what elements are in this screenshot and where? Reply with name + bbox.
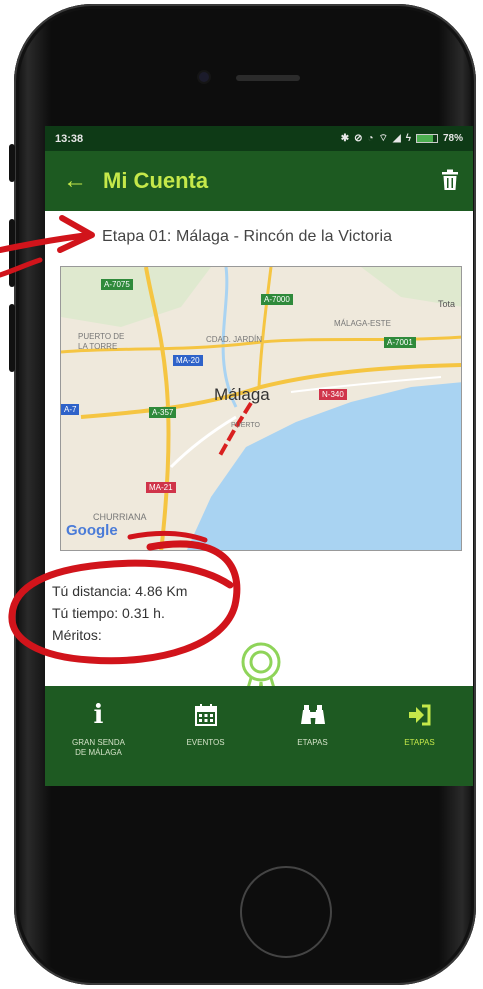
road-shield-a7075: A-7075 bbox=[101, 279, 133, 290]
map-label-puerto-torre: PUERTO DE LA TORRE bbox=[78, 332, 125, 351]
road-shield-a357: A-357 bbox=[149, 407, 177, 418]
dnd-icon: ◔ bbox=[367, 133, 374, 144]
sign-in-icon bbox=[408, 704, 430, 726]
signal-icon: ◢ bbox=[392, 133, 401, 144]
app-bar: ← Mi Cuenta bbox=[45, 151, 473, 211]
status-icons: ✱ ⊘ ◔ ⌔ ◢ ϟ 78% bbox=[341, 132, 463, 145]
bluetooth-icon: ✱ bbox=[340, 133, 350, 144]
bottom-navigation: i GRAN SENDA DE MÁLAGA EVENTOS ETAPAS ET… bbox=[45, 686, 473, 786]
map-label-malaga-este: MÁLAGA-ESTE bbox=[334, 319, 391, 328]
road-shield-a7: A-7 bbox=[61, 404, 80, 415]
status-bar: 13:38 ✱ ⊘ ◔ ⌔ ◢ ϟ 78% bbox=[45, 126, 473, 151]
map-label-malaga: Málaga bbox=[214, 385, 270, 404]
road-shield-n340: N-340 bbox=[319, 389, 347, 400]
nav-etapas[interactable]: ETAPAS bbox=[259, 686, 366, 786]
front-camera bbox=[199, 72, 209, 82]
mute-switch bbox=[9, 144, 15, 182]
wifi-icon: ⌔ bbox=[378, 133, 388, 144]
stage-title: Etapa 01: Málaga - Rincón de la Victoria bbox=[102, 228, 393, 245]
map-label-tota: Tota bbox=[438, 299, 456, 309]
map-label-ciudad-jardin: CDAD. JARDÍN bbox=[206, 335, 263, 344]
home-button[interactable] bbox=[240, 866, 332, 958]
merits-label: Méritos: bbox=[52, 627, 102, 643]
page-title: Mi Cuenta bbox=[103, 168, 209, 193]
google-logo: Google bbox=[66, 522, 118, 539]
nav-label-etapas: ETAPAS bbox=[297, 738, 328, 747]
road-shield-ma20: MA-20 bbox=[173, 355, 203, 366]
battery-icon bbox=[415, 134, 438, 143]
road-shield-a7000: A-7000 bbox=[261, 294, 293, 305]
nav-etapas-active[interactable]: ETAPAS bbox=[366, 686, 473, 786]
nav-label-etapas-active: ETAPAS bbox=[404, 738, 435, 747]
time-text: Tú tiempo: 0.31 h. bbox=[52, 605, 165, 621]
nav-label-gran-senda: GRAN SENDA DE MÁLAGA bbox=[72, 738, 125, 757]
map-canvas bbox=[61, 267, 461, 550]
trash-icon[interactable] bbox=[441, 169, 459, 191]
nav-eventos[interactable]: EVENTOS bbox=[152, 686, 259, 786]
binoculars-icon bbox=[300, 705, 325, 724]
stats-block: Tú distancia: 4.86 Km Tú tiempo: 0.31 h.… bbox=[52, 580, 187, 646]
map-label-churriana: CHURRIANA bbox=[93, 512, 147, 522]
nav-gran-senda[interactable]: i GRAN SENDA DE MÁLAGA bbox=[45, 686, 152, 786]
alarm-icon: ⊘ bbox=[354, 133, 363, 144]
status-time: 13:38 bbox=[55, 132, 84, 145]
distance-text: Tú distancia: 4.86 Km bbox=[52, 583, 188, 599]
map-label-puerto: PUERTO bbox=[231, 422, 260, 429]
info-icon: i bbox=[93, 700, 104, 730]
battery-percent: 78% bbox=[442, 133, 463, 144]
charging-icon: ϟ bbox=[405, 133, 411, 144]
volume-down-button bbox=[9, 304, 15, 372]
calendar-icon bbox=[194, 704, 217, 726]
earpiece-speaker bbox=[236, 75, 300, 81]
route-map[interactable]: A-7075 A-7000 A-7001 MA-20 A-7 A-357 N-3… bbox=[60, 266, 462, 551]
road-shield-a7001: A-7001 bbox=[384, 337, 416, 348]
nav-label-eventos: EVENTOS bbox=[186, 738, 225, 747]
volume-up-button bbox=[9, 219, 15, 287]
arrow-left-icon[interactable]: ← bbox=[63, 167, 97, 195]
app-screen: 13:38 ✱ ⊘ ◔ ⌔ ◢ ϟ 78% ← Mi Cuenta Etapa … bbox=[45, 126, 473, 786]
road-shield-ma21: MA-21 bbox=[146, 482, 176, 493]
